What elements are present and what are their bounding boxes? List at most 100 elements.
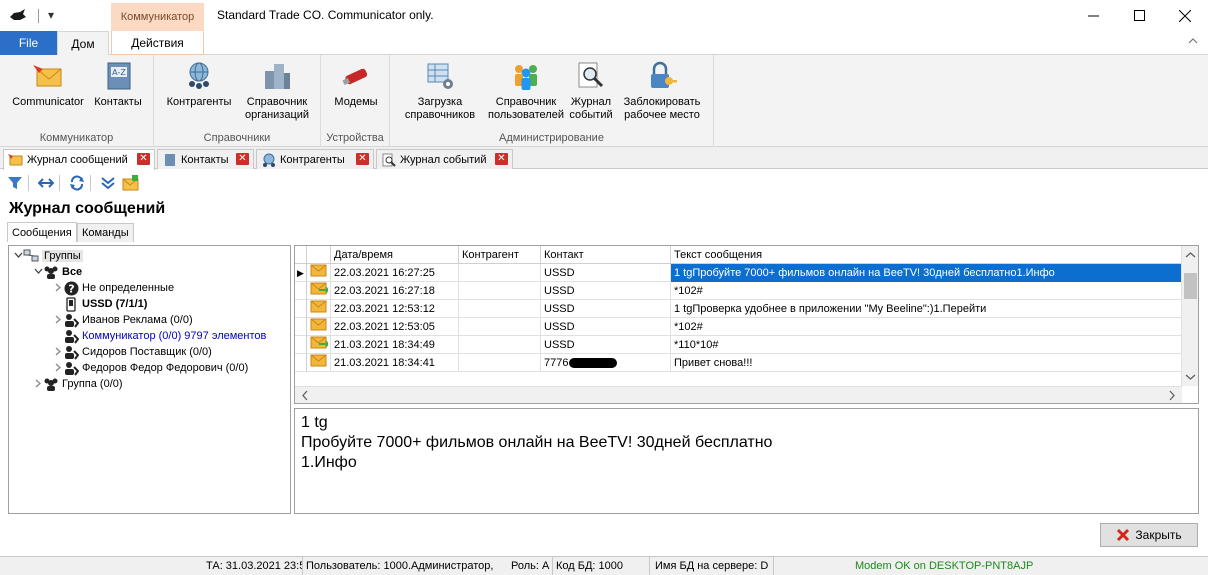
tab-home[interactable]: Дом: [57, 31, 109, 56]
doc-tab-label: Журнал событий: [400, 153, 487, 166]
column-datetime[interactable]: Дата/время: [331, 246, 459, 264]
tree-label: USSD (7/1/1): [82, 298, 148, 310]
tree-node-sidorov[interactable]: Сидоров Поставщик (0/0): [53, 344, 212, 360]
message-text-cell: 1 tgПробуйте 7000+ фильмов онлайн на Bee…: [671, 264, 1182, 282]
filter-icon: [8, 177, 22, 189]
column-message-text[interactable]: Текст сообщения: [671, 246, 1182, 264]
message-text-cell: Привет снова!!!: [674, 357, 753, 369]
table-row[interactable]: 21.03.2021 18:34:49 USSD *110*10#: [295, 336, 1182, 354]
tab-file[interactable]: File: [0, 31, 57, 55]
table-row[interactable]: 22.03.2021 12:53:12 USSD 1 tgПроверка удоб…: [295, 300, 1182, 318]
doc-tab-message-log[interactable]: Журнал сообщений ✕: [3, 149, 155, 170]
expand-columns-button[interactable]: [37, 174, 55, 192]
tree-node-ivanov[interactable]: Иванов Реклама (0/0): [53, 312, 193, 328]
contacts-label: Контакты: [94, 96, 142, 108]
collapse-ribbon-icon[interactable]: [1188, 36, 1198, 46]
counterparty-cell: [459, 336, 541, 354]
status-role: Роль: А: [508, 557, 553, 575]
lock-workstation-label-1: Заблокировать: [623, 96, 701, 108]
tree-node-undefined[interactable]: ? Не определенные: [53, 280, 174, 296]
tab-messages[interactable]: Сообщения: [7, 222, 77, 242]
lock-workstation-button[interactable]: Заблокировать рабочее место: [618, 59, 706, 122]
maximize-button[interactable]: [1116, 0, 1162, 31]
tree-node-ussd[interactable]: USSD (7/1/1): [63, 296, 147, 312]
users-directory-button[interactable]: Справочник пользователей: [486, 59, 566, 122]
tree-node-groups[interactable]: Группы: [13, 248, 83, 264]
direction-cell: [307, 282, 331, 300]
doc-tab-label: Контакты: [181, 153, 229, 166]
doc-tab-event-log[interactable]: Журнал событий ✕: [376, 149, 513, 169]
quick-access-separator: [38, 9, 39, 23]
table-row[interactable]: ▶ 22.03.2021 16:27:25 USSD 1 tgПробуйте 700…: [295, 264, 1182, 282]
close-tab-icon[interactable]: ✕: [236, 153, 249, 165]
collapse-icon[interactable]: [33, 267, 43, 277]
column-contact[interactable]: Контакт: [541, 246, 671, 264]
tree-node-communicator[interactable]: Коммуникатор (0/0) 9797 элементов: [63, 328, 266, 344]
tree-label: Федоров Федор Федорович (0/0): [82, 362, 249, 374]
row-indicator: [295, 354, 307, 372]
datetime-cell: 22.03.2021 16:27:18: [331, 282, 459, 300]
load-directories-button[interactable]: Загрузка справочников: [398, 59, 482, 122]
close-window-button[interactable]: [1162, 0, 1208, 31]
vertical-scroll-thumb[interactable]: [1184, 273, 1197, 299]
close-tab-icon[interactable]: ✕: [356, 153, 369, 165]
organizations-label-1: Справочник: [246, 96, 308, 108]
minimize-icon: [1087, 15, 1099, 17]
close-icon: [1179, 9, 1191, 22]
scroll-down-icon[interactable]: [1182, 370, 1199, 384]
doc-tab-counterparties[interactable]: Контрагенты ✕: [256, 149, 374, 169]
expand-icon[interactable]: [53, 315, 63, 326]
tree-node-all[interactable]: Все: [33, 264, 82, 280]
expand-icon[interactable]: [53, 363, 63, 374]
minimize-button[interactable]: [1070, 0, 1116, 31]
scroll-up-icon[interactable]: [1182, 248, 1199, 262]
horizontal-scrollbar[interactable]: [295, 386, 1182, 403]
tree-node-fedorov[interactable]: Федоров Федор Федорович (0/0): [53, 360, 248, 376]
modems-button[interactable]: Модемы: [327, 59, 385, 109]
close-tab-icon[interactable]: ✕: [137, 153, 150, 165]
ribbon-group-devices: Модемы Устройства: [321, 55, 390, 147]
tree-node-group[interactable]: Группа (0/0): [33, 376, 123, 392]
message-text-cell: *110*10#: [674, 339, 719, 351]
expand-icon[interactable]: [33, 379, 43, 390]
refresh-icon: [70, 175, 84, 191]
quick-access-menu-icon[interactable]: ▾: [48, 8, 54, 22]
close-tab-icon[interactable]: ✕: [495, 153, 508, 165]
tab-actions[interactable]: Действия: [111, 31, 204, 55]
scroll-left-icon[interactable]: [298, 387, 312, 404]
scroll-down-button[interactable]: [99, 174, 117, 192]
horizontal-arrows-icon: [38, 178, 54, 188]
app-icon[interactable]: [8, 8, 28, 24]
title-bar: ▾ Коммуникатор Standard Trade CO. Commun…: [0, 0, 1208, 31]
refresh-button[interactable]: [68, 174, 86, 192]
datetime-cell: 21.03.2021 18:34:41: [331, 354, 459, 372]
expand-icon[interactable]: [53, 283, 63, 294]
collapse-icon[interactable]: [13, 251, 23, 261]
datetime-cell: 22.03.2021 16:27:25: [331, 264, 459, 282]
datetime-cell: 22.03.2021 12:53:05: [331, 318, 459, 336]
close-button[interactable]: Закрыть: [1100, 523, 1198, 547]
new-message-button[interactable]: [122, 174, 140, 192]
organizations-button[interactable]: Справочник организаций: [238, 59, 316, 122]
vertical-scrollbar[interactable]: [1181, 246, 1198, 386]
event-log-button[interactable]: Журнал событий: [567, 59, 615, 122]
magnifier-document-icon: [578, 62, 604, 88]
column-counterparty[interactable]: Контрагент: [459, 246, 541, 264]
scroll-right-icon[interactable]: [1165, 387, 1179, 404]
message-text-cell: *102#: [674, 321, 703, 333]
toolbar-separator: [59, 175, 60, 191]
row-indicator: [295, 282, 307, 300]
ribbon-group-directories: Контрагенты Справочник организаций Справ…: [154, 55, 321, 147]
filter-button[interactable]: [6, 174, 24, 192]
doc-tab-contacts[interactable]: Контакты ✕: [157, 149, 254, 169]
counterparties-button[interactable]: Контрагенты: [160, 59, 238, 109]
table-row[interactable]: 22.03.2021 16:27:18 USSD *102#: [295, 282, 1182, 300]
table-row[interactable]: 22.03.2021 12:53:05 USSD *102#: [295, 318, 1182, 336]
expand-icon[interactable]: [53, 347, 63, 358]
outgoing-envelope-icon: [310, 336, 329, 349]
status-ta: ТА: 31.03.2021 23:5: [203, 557, 303, 575]
communicator-button[interactable]: Communicator: [8, 59, 88, 109]
table-row[interactable]: 21.03.2021 18:34:41 7776 Привет снова!!!: [295, 354, 1182, 372]
tab-commands[interactable]: Команды: [77, 223, 134, 242]
contacts-button[interactable]: A-Z Контакты: [88, 59, 148, 109]
